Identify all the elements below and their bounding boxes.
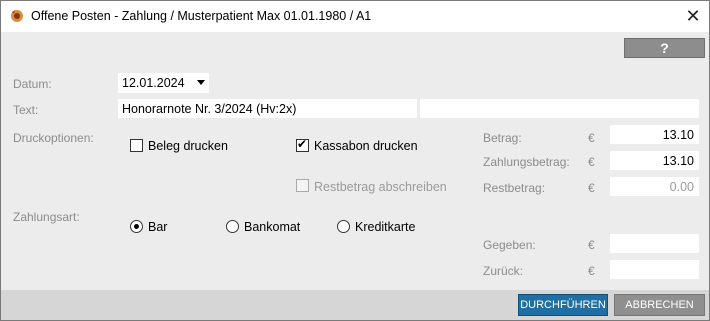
- radio-kreditkarte-label[interactable]: Kreditkarte: [355, 220, 415, 234]
- kassabon-drucken-checkbox[interactable]: ✔: [296, 137, 309, 152]
- window-title: Offene Posten - Zahlung / Musterpatient …: [31, 9, 372, 23]
- euro-sign: €: [588, 131, 595, 145]
- restbetrag-label: Restbetrag:: [483, 181, 546, 195]
- close-icon: ✕: [685, 6, 701, 26]
- help-button[interactable]: ?: [624, 38, 705, 58]
- restbetrag-field: 0.00: [610, 177, 699, 196]
- restbetrag-value: 0.00: [669, 179, 694, 194]
- abbrechen-button[interactable]: ABBRECHEN: [614, 294, 705, 316]
- betrag-value: 13.10: [662, 127, 694, 142]
- app-icon: [11, 10, 23, 22]
- durchfuehren-button[interactable]: DURCHFÜHREN: [518, 294, 608, 316]
- help-icon: ?: [660, 40, 669, 56]
- restbetrag-abschreiben-checkbox[interactable]: [296, 179, 309, 192]
- title-bar: Offene Posten - Zahlung / Musterpatient …: [1, 1, 709, 32]
- zahlungsbetrag-value: 13.10: [662, 153, 694, 168]
- close-button[interactable]: ✕: [677, 3, 709, 30]
- radio-kreditkarte[interactable]: [337, 220, 350, 233]
- payment-dialog: Offene Posten - Zahlung / Musterpatient …: [0, 0, 710, 321]
- restbetrag-abschreiben-label[interactable]: Restbetrag abschreiben: [314, 180, 447, 194]
- beleg-drucken-label[interactable]: Beleg drucken: [148, 139, 228, 153]
- kassabon-drucken-label[interactable]: Kassabon drucken: [314, 139, 418, 153]
- chevron-down-icon: [197, 80, 205, 85]
- betrag-field[interactable]: 13.10: [610, 125, 699, 144]
- datum-label: Datum:: [13, 77, 52, 91]
- betrag-label: Betrag:: [483, 131, 522, 145]
- euro-sign: €: [588, 238, 595, 252]
- text-label: Text:: [13, 103, 39, 117]
- druckoptionen-label: Druckoptionen:: [13, 131, 94, 145]
- datum-dropdown[interactable]: 12.01.2024: [118, 73, 209, 93]
- text-input-secondary[interactable]: [420, 99, 699, 118]
- zahlungsart-label: Zahlungsart:: [13, 210, 80, 224]
- datum-value: 12.01.2024: [122, 76, 185, 90]
- zahlungsbetrag-field[interactable]: 13.10: [610, 151, 699, 170]
- text-input[interactable]: Honorarnote Nr. 3/2024 (Hv:2x): [118, 99, 417, 118]
- zurueck-label: Zurück:: [483, 264, 524, 278]
- radio-bar[interactable]: [130, 220, 143, 233]
- euro-sign: €: [588, 181, 595, 195]
- checkmark-icon: ✔: [297, 137, 308, 151]
- radio-bar-label[interactable]: Bar: [148, 220, 167, 234]
- beleg-drucken-checkbox[interactable]: [130, 139, 143, 152]
- gegeben-label: Gegeben:: [483, 238, 536, 252]
- radio-bankomat[interactable]: [226, 220, 239, 233]
- radio-selected-dot: [134, 224, 139, 229]
- radio-bankomat-label[interactable]: Bankomat: [244, 220, 300, 234]
- text-input-value: Honorarnote Nr. 3/2024 (Hv:2x): [122, 101, 297, 116]
- zahlungsbetrag-label: Zahlungsbetrag:: [483, 155, 570, 169]
- gegeben-field[interactable]: [610, 234, 699, 253]
- euro-sign: €: [588, 264, 595, 278]
- zurueck-field[interactable]: [610, 260, 699, 279]
- euro-sign: €: [588, 155, 595, 169]
